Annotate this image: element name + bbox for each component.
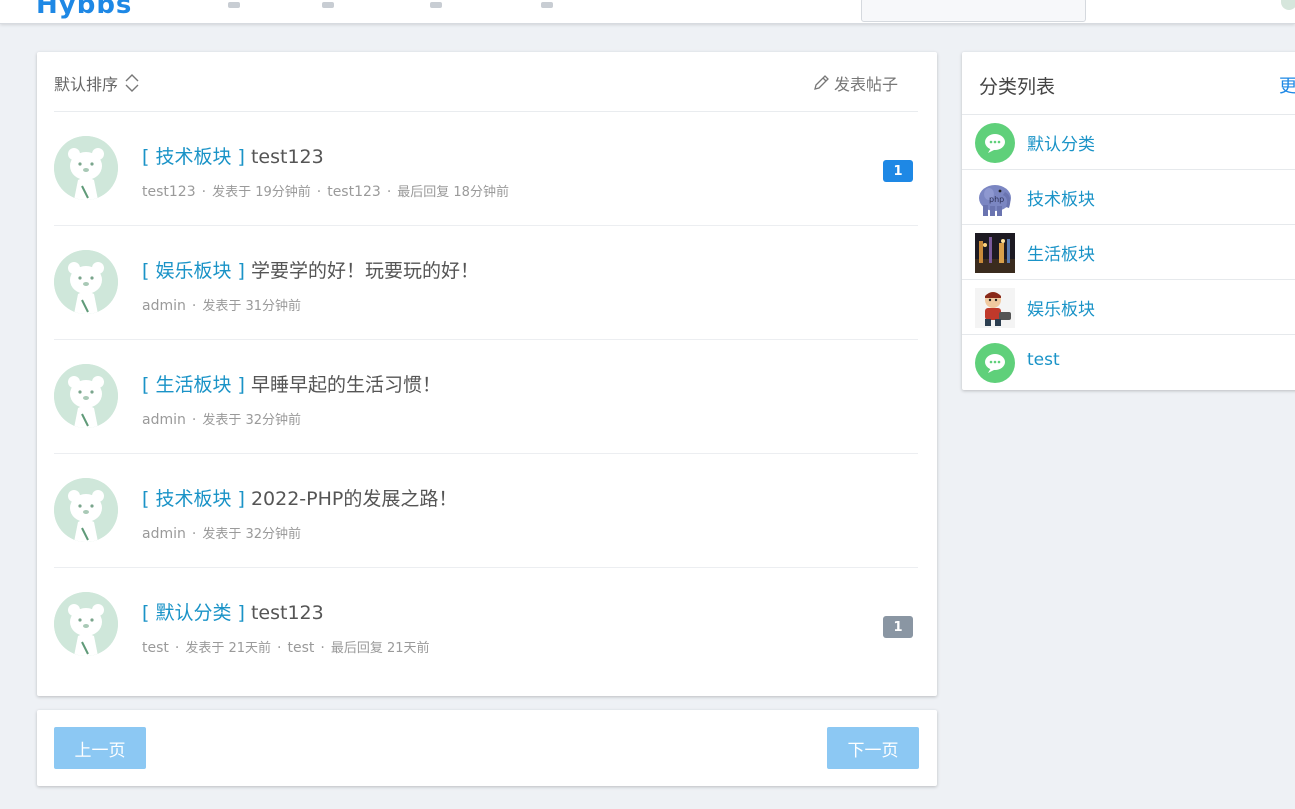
meta-separator: ·	[320, 640, 325, 656]
nav-item-1[interactable]	[228, 2, 240, 8]
prev-page-button[interactable]: 上一页	[54, 727, 146, 769]
author-avatar[interactable]	[54, 250, 118, 314]
category-item[interactable]: 娱乐板块	[962, 280, 1295, 335]
author-avatar[interactable]	[54, 592, 118, 656]
thread-title-text[interactable]: 2022-PHP的发展之路！	[251, 488, 457, 510]
thread-posted-time: 发表于 32分钟前	[202, 527, 302, 542]
category-label[interactable]: 娱乐板块	[1027, 295, 1095, 320]
nav-item-3[interactable]	[430, 2, 442, 8]
meta-separator: ·	[386, 184, 392, 200]
thread-category-link[interactable]: [ 技术板块 ]	[142, 488, 245, 510]
meta-separator: ·	[174, 640, 180, 656]
meta-separator: ·	[191, 412, 197, 428]
thread-list-panel: 默认排序 发表帖子 [ 技术板块 ] test123 test123 · 发表于 19…	[37, 52, 937, 696]
thread-author[interactable]: admin	[142, 298, 186, 314]
thread-meta: test123 · 发表于 19分钟前 · test123 · 最后回复 18分钟前	[142, 181, 509, 200]
last-reply-time: 最后回复 21天前	[330, 641, 430, 656]
thread-author[interactable]: test	[142, 640, 169, 656]
compose-thread-button[interactable]: 发表帖子	[812, 71, 898, 95]
category-label[interactable]: test	[1027, 350, 1060, 370]
thread-title-text[interactable]: test123	[251, 146, 324, 168]
thread-title[interactable]: [ 技术板块 ] 2022-PHP的发展之路！	[142, 484, 457, 511]
category-item[interactable]: 默认分类	[962, 115, 1295, 170]
category-label[interactable]: 生活板块	[1027, 240, 1095, 265]
thread-meta: admin · 发表于 32分钟前	[142, 523, 301, 542]
thread-posted-time: 发表于 32分钟前	[202, 413, 302, 428]
category-list-title: 分类列表	[979, 76, 1056, 98]
last-reply-user[interactable]: test123	[327, 184, 381, 200]
thread-title-text[interactable]: 早睡早起的生活习惯！	[251, 374, 441, 396]
nav-item-4[interactable]	[541, 2, 553, 8]
thread-row[interactable]: [ 娱乐板块 ] 学要学的好！玩要玩的好！ admin · 发表于 31分钟前	[54, 226, 918, 340]
meta-separator: ·	[316, 184, 322, 200]
category-list-panel: 分类列表 更 默认分类 php 技术板块生活板块娱乐板块 test	[962, 52, 1295, 390]
category-item[interactable]: 生活板块	[962, 225, 1295, 280]
meta-separator: ·	[191, 298, 197, 314]
category-label[interactable]: 默认分类	[1027, 130, 1095, 155]
author-avatar[interactable]	[54, 478, 118, 542]
chat-bubble-icon[interactable]	[975, 343, 1015, 383]
sort-dropdown[interactable]: 默认排序	[54, 71, 140, 95]
night-street-photo-icon[interactable]	[975, 233, 1015, 273]
thread-row[interactable]: [ 默认分类 ] test123 test · 发表于 21天前 · test · 最后回复 …	[54, 568, 918, 682]
thread-row[interactable]: [ 技术板块 ] test123 test123 · 发表于 19分钟前 · test12…	[54, 112, 918, 226]
category-item[interactable]: php 技术板块	[962, 170, 1295, 225]
thread-row[interactable]: [ 生活板块 ] 早睡早起的生活习惯！ admin · 发表于 32分钟前	[54, 340, 918, 454]
thread-author[interactable]: admin	[142, 412, 186, 428]
reply-count-badge: 1	[883, 616, 913, 638]
thread-meta: test · 发表于 21天前 · test · 最后回复 21天前	[142, 637, 430, 656]
top-navbar: Hybbs	[0, 0, 1295, 24]
thread-title[interactable]: [ 技术板块 ] test123	[142, 142, 324, 169]
thread-title[interactable]: [ 娱乐板块 ] 学要学的好！玩要玩的好！	[142, 256, 479, 283]
thread-title-text[interactable]: 学要学的好！玩要玩的好！	[251, 260, 479, 282]
category-item[interactable]: test	[962, 335, 1295, 390]
thread-title-text[interactable]: test123	[251, 602, 324, 624]
compose-label: 发表帖子	[833, 75, 898, 94]
thread-row[interactable]: [ 技术板块 ] 2022-PHP的发展之路！ admin · 发表于 32分钟前	[54, 454, 918, 568]
sort-toggle-icon	[125, 74, 139, 92]
thread-author[interactable]: admin	[142, 526, 186, 542]
last-reply-user[interactable]: test	[287, 640, 314, 656]
thread-meta: admin · 发表于 32分钟前	[142, 409, 301, 428]
author-avatar[interactable]	[54, 136, 118, 200]
thread-category-link[interactable]: [ 技术板块 ]	[142, 146, 245, 168]
thread-author[interactable]: test123	[142, 184, 196, 200]
nav-item-2[interactable]	[322, 2, 334, 8]
meta-separator: ·	[191, 526, 197, 542]
thread-posted-time: 发表于 21天前	[185, 641, 272, 656]
chat-bubble-icon[interactable]	[975, 123, 1015, 163]
svg-text:php: php	[989, 195, 1004, 204]
php-elephant-icon[interactable]: php	[975, 178, 1015, 218]
thread-posted-time: 发表于 31分钟前	[202, 299, 302, 314]
reply-count-badge: 1	[883, 160, 913, 182]
meta-separator: ·	[201, 184, 207, 200]
sort-label: 默认排序	[54, 75, 119, 94]
thread-posted-time: 发表于 19分钟前	[212, 185, 311, 200]
category-label[interactable]: 技术板块	[1027, 185, 1095, 210]
pencil-icon	[814, 75, 829, 90]
thread-title[interactable]: [ 生活板块 ] 早睡早起的生活习惯！	[142, 370, 441, 397]
site-logo[interactable]: Hybbs	[36, 0, 132, 20]
thread-category-link[interactable]: [ 默认分类 ]	[142, 602, 245, 624]
more-link[interactable]: 更	[1279, 72, 1295, 98]
thread-category-link[interactable]: [ 娱乐板块 ]	[142, 260, 245, 282]
user-avatar[interactable]	[1281, 0, 1295, 10]
search-input[interactable]	[861, 0, 1086, 22]
last-reply-time: 最后回复 18分钟前	[397, 185, 509, 200]
thread-category-link[interactable]: [ 生活板块 ]	[142, 374, 245, 396]
thread-title[interactable]: [ 默认分类 ] test123	[142, 598, 324, 625]
next-page-button[interactable]: 下一页	[827, 727, 919, 769]
author-avatar[interactable]	[54, 364, 118, 428]
thread-meta: admin · 发表于 31分钟前	[142, 295, 301, 314]
cartoon-character-icon[interactable]	[975, 288, 1015, 328]
meta-separator: ·	[277, 640, 282, 656]
pagination: 上一页 下一页	[37, 710, 937, 786]
